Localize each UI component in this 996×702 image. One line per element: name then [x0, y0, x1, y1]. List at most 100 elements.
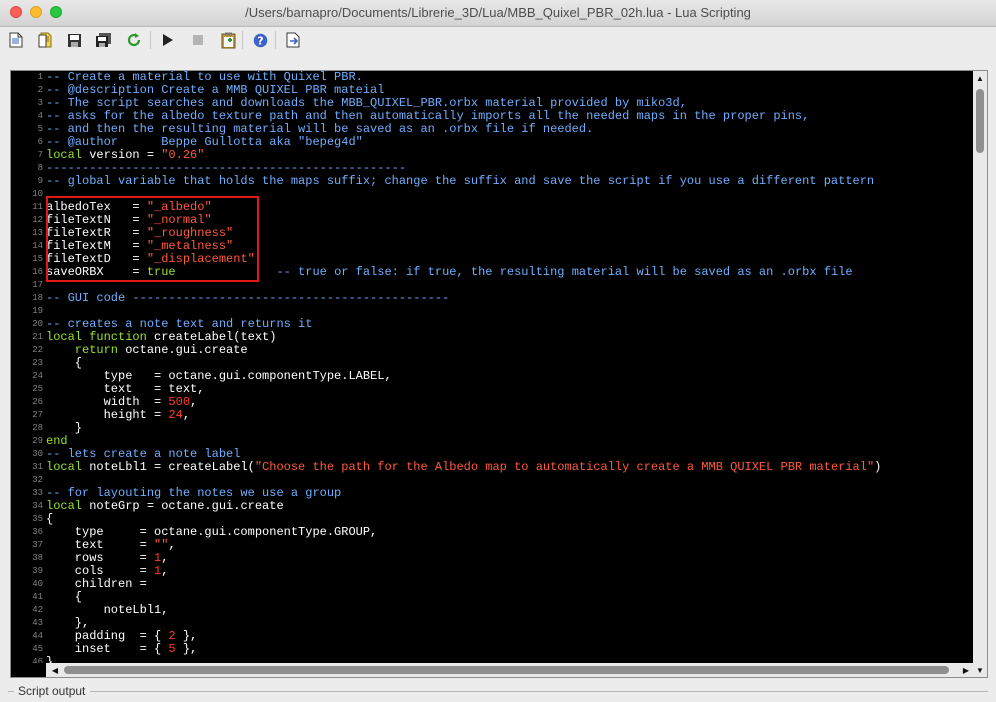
code-token: noteLbl1, [46, 603, 169, 617]
divider [8, 690, 14, 692]
code-line[interactable]: 45 inset = { 5 }, [11, 643, 973, 656]
code-text: -- GUI code ----------------------------… [46, 292, 449, 305]
line-number: 26 [32, 397, 43, 407]
line-number: 17 [32, 280, 43, 290]
code-token: -- GUI code ----------------------------… [46, 291, 450, 305]
window-title: /Users/barnapro/Documents/Librerie_3D/Lu… [245, 5, 751, 20]
code-line[interactable]: 9 -- global variable that holds the maps … [11, 175, 973, 188]
code-token: local function [46, 330, 147, 344]
code-token: }, [46, 616, 90, 630]
line-number: 16 [32, 267, 43, 277]
reload-button[interactable] [124, 30, 144, 50]
code-token: { [46, 590, 83, 604]
code-token: ) [874, 460, 882, 474]
code-line[interactable]: 46} [11, 655, 973, 664]
code-token: "0.26" [161, 148, 205, 162]
scroll-up-arrow-icon[interactable]: ▲ [973, 71, 987, 85]
save-button[interactable] [64, 30, 84, 50]
line-number: 2 [37, 85, 43, 95]
horizontal-scroll-thumb[interactable] [64, 666, 949, 674]
help-button[interactable]: ? [250, 30, 270, 50]
line-number: 15 [32, 254, 43, 264]
scroll-left-arrow-icon[interactable]: ◀ [48, 663, 62, 677]
scroll-right-arrow-icon[interactable]: ▶ [959, 663, 973, 677]
code-editor[interactable]: 1 -- Create a material to use with Quixel… [10, 70, 988, 678]
line-number: 34 [32, 501, 43, 511]
clipboard-icon [221, 32, 235, 48]
code-token: local [46, 499, 83, 513]
open-document-button[interactable] [36, 30, 56, 50]
scroll-down-arrow-icon[interactable]: ▼ [973, 663, 987, 677]
code-token: { [46, 356, 83, 370]
code-line[interactable]: 34 local noteGrp = octane.gui.create [11, 500, 973, 513]
paste-clipboard-button[interactable] [218, 30, 238, 50]
code-token: -- for layouting the notes we use a grou… [46, 486, 342, 500]
line-number: 7 [37, 150, 43, 160]
code-token: inset = { [46, 642, 169, 656]
line-number: 24 [32, 371, 43, 381]
stop-button[interactable] [188, 30, 208, 50]
line-number: 33 [32, 488, 43, 498]
code-token: noteLbl1 = createLabel( [82, 460, 255, 474]
line-number: 25 [32, 384, 43, 394]
code-token: local [46, 148, 83, 162]
line-number: 30 [32, 449, 43, 459]
code-token: }, [175, 629, 198, 643]
divider [90, 690, 988, 692]
line-number: 40 [32, 579, 43, 589]
line-number: 39 [32, 566, 43, 576]
code-token: "Choose the path for the Albedo map to a… [254, 460, 875, 474]
code-token: 500 [168, 395, 191, 409]
code-token: } [46, 421, 83, 435]
code-line[interactable]: 40 children = [11, 578, 973, 591]
code-token: -- global variable that holds the maps s… [46, 174, 875, 188]
code-token: type = octane.gui.componentType.GROUP, [46, 525, 378, 539]
line-number: 20 [32, 319, 43, 329]
export-button[interactable] [283, 30, 303, 50]
code-token: local [46, 460, 83, 474]
line-number: 32 [32, 475, 43, 485]
code-token: version = [82, 148, 162, 162]
code-token: -- true or false: if true, the resulting… [175, 265, 853, 279]
toolbar-separator [242, 31, 243, 49]
code-line[interactable]: 27 height = 24, [11, 409, 973, 422]
code-token: fileTextD = [46, 252, 147, 266]
code-text: } [46, 655, 54, 664]
new-document-button[interactable] [6, 30, 26, 50]
code-token: fileTextN = [46, 213, 147, 227]
code-line[interactable]: 16 saveORBX = true -- true or false: if t… [11, 266, 973, 279]
code-line[interactable]: 28 } [11, 422, 973, 435]
code-line[interactable]: 31 local noteLbl1 = createLabel("Choose t… [11, 461, 973, 474]
horizontal-scrollbar[interactable]: ◀ ▶ [46, 663, 973, 677]
line-number: 28 [32, 423, 43, 433]
code-token: -- lets create a note label [46, 447, 241, 461]
code-line[interactable]: 22 return octane.gui.create [11, 344, 973, 357]
run-button[interactable] [158, 30, 178, 50]
line-number: 4 [37, 111, 43, 121]
code-token: -- creates a note text and returns it [46, 317, 313, 331]
vertical-scrollbar[interactable]: ▲ [973, 71, 987, 663]
line-number: 42 [32, 605, 43, 615]
code-token: , [190, 395, 198, 409]
save-all-button[interactable] [93, 30, 113, 50]
code-token: text = [46, 538, 155, 552]
line-number: 9 [37, 176, 43, 186]
line-number: 35 [32, 514, 43, 524]
code-token: octane.gui.create [118, 343, 248, 357]
code-area[interactable]: 1 -- Create a material to use with Quixel… [11, 71, 973, 663]
code-token: -- and then the resulting material will … [46, 122, 594, 136]
code-line[interactable]: 18 -- GUI code --------------------------… [11, 292, 973, 305]
line-number: 13 [32, 228, 43, 238]
code-line[interactable]: 39 cols = 1, [11, 565, 973, 578]
code-token: albedoTex = [46, 200, 147, 214]
code-token: rows = [46, 551, 155, 565]
code-token: noteGrp = octane.gui.create [82, 499, 284, 513]
line-number: 27 [32, 410, 43, 420]
save-icon [67, 33, 81, 47]
line-number: 12 [32, 215, 43, 225]
code-token: } [46, 655, 54, 664]
vertical-scroll-thumb[interactable] [976, 89, 984, 153]
help-icon: ? [253, 33, 267, 47]
code-token: -- The script searches and downloads the… [46, 96, 687, 110]
code-line[interactable]: 42 noteLbl1, [11, 604, 973, 617]
